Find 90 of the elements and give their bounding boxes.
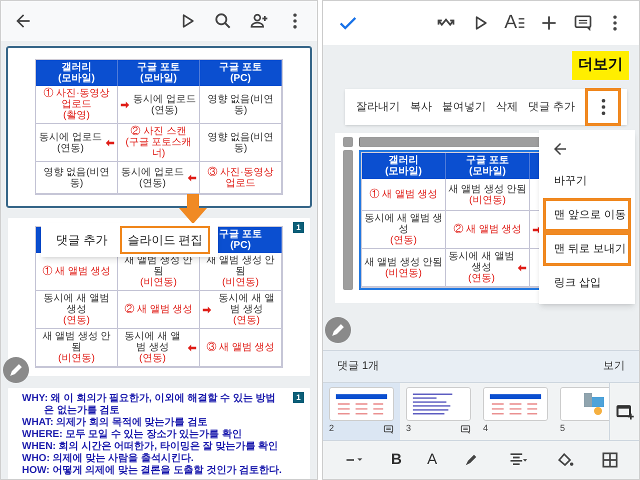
bold-button[interactable]: B: [390, 448, 402, 472]
text-format-button[interactable]: A: [504, 8, 525, 38]
cell-text: (비연동): [58, 353, 95, 364]
slide-thumbnail[interactable]: 5: [554, 383, 609, 440]
cell-text: (비연동): [385, 268, 422, 278]
toolbar-button[interactable]: 삭제: [491, 98, 523, 116]
cell-text: (비연동): [140, 277, 177, 288]
edit-button[interactable]: [325, 317, 351, 343]
cell-text: 동시에 새 앨범 생성: [218, 293, 276, 315]
cell-text: (촬영): [63, 110, 90, 121]
header-text: 구글 포토: [137, 62, 180, 73]
pencil-icon: [331, 323, 345, 337]
slide-text: WHAT: 의제가 회의 목적에 맞는가를 검토: [22, 417, 208, 429]
cell-text: 동시에 새 앨범 생성: [448, 251, 515, 273]
header-text: 구글 포토: [219, 229, 262, 240]
slide-thumbnail[interactable]: 3: [400, 383, 477, 440]
cell-text: (연동): [390, 235, 417, 246]
cell-text: 영향 없음(비연동): [206, 132, 275, 154]
cell-text: (비연동): [222, 277, 259, 288]
callout-arrow: [179, 194, 207, 224]
lines-icon: [518, 16, 525, 30]
slide-thumbnail[interactable]: WHY: 왜 이 회의가 필요한가, 이외에 해결할 수 있는 방법은 없는가를 검토 WHAT: 의제가 회의 목적에 맞는가를 검토 WHERE: 모두 모일 수 있는 장소가 있는가를 확인 WHEN: 회의 시간은 어떠한가, 타이밍은 잘 맞는가를 확인 WHO: 의제에 맞는 사람을 출석시킨다. HOW: 어떻게 의제에 맞는 결론을 도출할 것인가 검토한다. 1: [6, 386, 312, 479]
cell-text: ① 새 앨범 생성: [42, 266, 111, 277]
cell-text: ② 새 앨범 생성: [453, 224, 522, 235]
cell-text: 동시에 새 앨범 생성: [42, 293, 110, 315]
slide-text: WHERE: 모두 모일 수 있는 장소가 있는가를 확인: [22, 429, 243, 441]
cell-text: ① 새 앨범 생성: [369, 189, 438, 200]
menu-item[interactable]: 슬라이드 편집: [120, 226, 210, 254]
toolbar-button[interactable]: 복사: [405, 98, 437, 116]
slide-thumbnail[interactable]: 2: [323, 383, 400, 440]
slide-number: 3: [406, 422, 412, 436]
cell-text: 영향 없음(비연동): [42, 166, 111, 188]
cell-text: 동시에 업로드(연동): [132, 94, 197, 116]
cell-text: (연동): [233, 315, 260, 326]
toolbar-button[interactable]: 잘라내기: [351, 98, 405, 116]
cell-text: (구글 포토스캐너): [124, 137, 193, 159]
comment-icon[interactable]: [573, 13, 593, 33]
slide-number: 4: [483, 422, 488, 436]
table-icon[interactable]: [600, 450, 620, 470]
slide-text: WHEN: 회의 시간은 어떠한가, 타이밍은 잘 맞는가를 확인: [22, 441, 280, 453]
ruler-corner: [343, 137, 353, 147]
search-icon[interactable]: [213, 11, 233, 31]
header-text: (모바일): [140, 73, 177, 84]
cell-text: 영향 없음(비연동): [206, 94, 275, 116]
text-color-button[interactable]: A: [427, 448, 438, 472]
slide-text: WHY: 왜 이 회의가 필요한가, 이외에 해결할 수 있는 방법은 없는가를 검토: [22, 393, 277, 417]
comment-badge[interactable]: 1: [293, 222, 304, 233]
slide-thumbnail[interactable]: 4: [477, 383, 554, 440]
slide-text: WHO: 의제에 맞는 사람을 출석시킨다.: [22, 453, 195, 465]
cell-text: 새 앨범 생성 안됨: [448, 184, 527, 194]
device-illustration-drawing: [583, 392, 605, 416]
cell-text: 새 앨범 생성 안됨: [364, 256, 443, 268]
header-text: (PC): [230, 240, 251, 251]
cell-text: 동시에 새 앨범 생성: [124, 331, 182, 353]
slide-number: 5: [560, 422, 566, 436]
cell-text: ③ 사진·동영상 업로드: [206, 166, 275, 188]
more-button[interactable]: [585, 88, 621, 126]
cell-text: ① 사진·동영상 업로드: [42, 88, 111, 110]
cell-text: 동시에 업로드(연동): [38, 132, 103, 154]
header-text: 갤러리: [388, 155, 418, 166]
menu-item[interactable]: 맨 앞으로 이동: [543, 198, 631, 232]
cell-text: (연동): [468, 273, 495, 284]
cell-text: ② 사진 스캔: [130, 126, 186, 137]
slide-text: HOW: 어떻게 의제에 맞는 결론을 도출할 것인가 검토한다.: [22, 465, 283, 477]
cell-text: 동시에 업로드(연동): [120, 166, 185, 188]
header-text: (PC): [230, 73, 251, 84]
comment-badge[interactable]: 1: [293, 392, 304, 403]
header-text: (모바일): [58, 73, 95, 84]
slide-number: 2: [329, 422, 334, 436]
toolbar-button[interactable]: 붙여넣기: [437, 98, 491, 116]
cell-text: (연동): [139, 353, 166, 364]
callout-label: 더보기: [572, 51, 629, 80]
menu-item[interactable]: 맨 뒤로 보내기: [543, 232, 631, 266]
cell-text: 새 앨범 생성 안됨: [41, 331, 112, 353]
header-text: (모바일): [385, 166, 422, 177]
cell-text: 동시에 새 앨범 생성: [364, 213, 443, 235]
slide-thumbnail[interactable]: 갤러리 (모바일) 구글 포토 (모바일) 구글 포토 (PC) ① 사진·동영상 업로드 (촬영) 동시에 업로드(연동) 영향 없음(비연동) 동시에 업로드(연동) ② 사진 스캔 (구글 포토스캐너) 영향 없음(비연동) 영향 없음(비연동) 동시에 업로드(연동) ③ 사진·동영상 업로드: [6, 46, 312, 208]
header-text: 갤러리: [62, 62, 92, 73]
header-text: (모바일): [469, 166, 506, 177]
view-button[interactable]: 보기: [603, 358, 625, 375]
cell-text: ③ 새 앨범 생성: [206, 342, 275, 353]
cell-text: (연동): [63, 315, 90, 326]
more-icon: [600, 99, 606, 115]
cell-text: ② 새 앨범 생성: [124, 304, 193, 315]
toolbar-button[interactable]: 댓글 추가: [523, 98, 580, 116]
comment-count: 댓글 1개: [337, 359, 380, 374]
cell-text: (비연동): [469, 194, 506, 206]
header-text: 구글 포토: [219, 62, 262, 73]
pencil-icon: [9, 363, 23, 377]
header-text: 구글 포토: [466, 155, 509, 166]
